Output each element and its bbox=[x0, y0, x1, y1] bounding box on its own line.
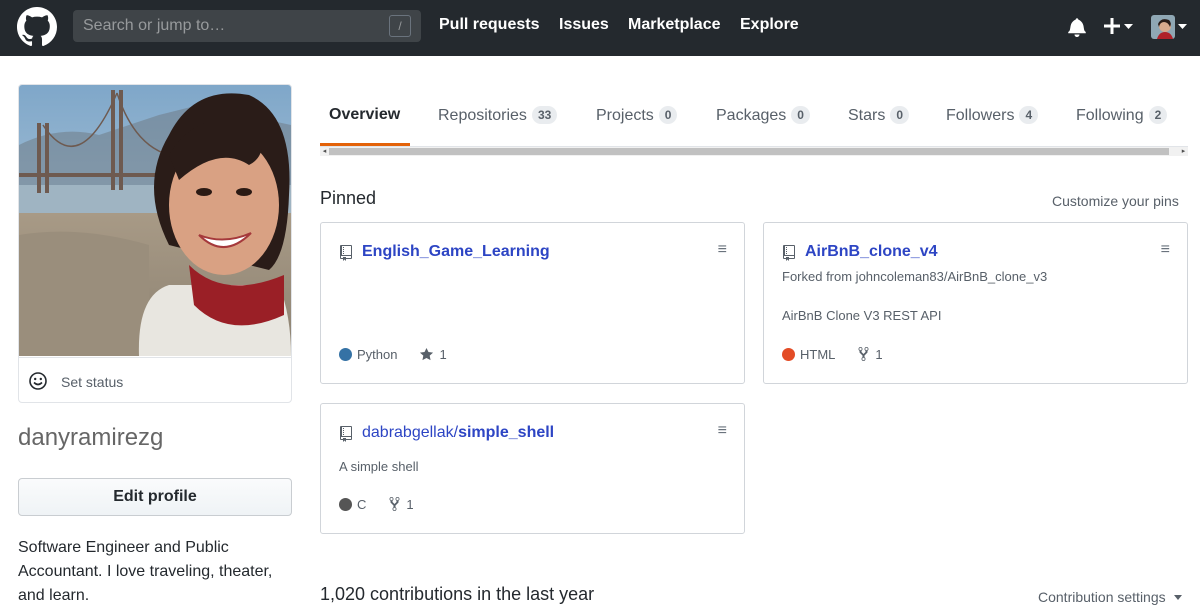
language-color-dot bbox=[782, 347, 795, 361]
github-logo-icon[interactable] bbox=[17, 7, 57, 47]
set-status-label: Set status bbox=[61, 374, 124, 390]
chevron-down-icon[interactable] bbox=[1124, 24, 1133, 30]
repo-language: HTML bbox=[800, 346, 836, 362]
repo-meta: HTML 1 bbox=[782, 346, 883, 362]
tab-stars[interactable]: Stars 0 bbox=[848, 106, 910, 125]
plus-icon[interactable] bbox=[1103, 17, 1121, 35]
edit-profile-button[interactable]: Edit profile bbox=[18, 478, 292, 516]
drag-handle-icon[interactable]: ≡ bbox=[1161, 241, 1170, 259]
repo-description: A simple shell bbox=[339, 459, 419, 474]
repo-name: English_Game_Learning bbox=[362, 243, 550, 260]
search-box bbox=[73, 10, 421, 42]
repo-fork-count: 1 bbox=[406, 496, 414, 512]
repo-icon bbox=[340, 245, 352, 261]
repo-description: AirBnB Clone V3 REST API bbox=[782, 308, 942, 323]
tab-count: 4 bbox=[1019, 106, 1039, 124]
tab-label: Overview bbox=[329, 106, 401, 123]
nav-pull-requests[interactable]: Pull requests bbox=[439, 16, 539, 34]
repo-stars-link[interactable]: 1 bbox=[419, 347, 447, 362]
repo-meta: C 1 bbox=[339, 496, 414, 512]
drag-handle-icon[interactable]: ≡ bbox=[718, 422, 727, 440]
tab-overview[interactable]: Overview bbox=[329, 106, 400, 124]
profile-photo[interactable] bbox=[19, 85, 291, 356]
smiley-icon bbox=[29, 372, 47, 390]
bell-icon[interactable] bbox=[1068, 17, 1086, 37]
repo-name-link[interactable]: dabrabgellak/simple_shell bbox=[362, 424, 554, 442]
tab-label: Stars bbox=[848, 107, 886, 124]
chevron-down-icon bbox=[1173, 595, 1182, 600]
tab-label: Following bbox=[1076, 107, 1144, 124]
profile-tabs: Overview Repositories 33 Projects 0 Packag… bbox=[320, 84, 1188, 146]
tab-label: Packages bbox=[716, 107, 787, 124]
set-status-button[interactable]: Set status bbox=[19, 357, 291, 402]
repo-name-link[interactable]: English_Game_Learning bbox=[362, 243, 550, 261]
language-color-dot bbox=[339, 497, 352, 511]
tab-followers[interactable]: Followers 4 bbox=[946, 106, 1039, 125]
star-icon bbox=[420, 347, 434, 361]
profile-avatar-card: Set status bbox=[18, 84, 292, 403]
tab-label: Repositories bbox=[438, 107, 527, 124]
repo-forks-link[interactable]: 1 bbox=[388, 496, 414, 512]
top-header: / Pull requests Issues Marketplace Explo… bbox=[0, 0, 1200, 56]
customize-pins-link[interactable]: Customize your pins bbox=[1052, 193, 1179, 209]
repo-language: Python bbox=[357, 347, 398, 362]
tab-count: 2 bbox=[1148, 106, 1168, 124]
pinned-repo-card: English_Game_Learning ≡ Python 1 bbox=[320, 222, 745, 384]
tab-repositories[interactable]: Repositories 33 bbox=[438, 106, 558, 125]
contributions-heading: 1,020 contributions in the last year bbox=[320, 584, 595, 604]
repo-icon bbox=[340, 426, 352, 442]
repo-name-link[interactable]: AirBnB_clone_v4 bbox=[805, 243, 938, 261]
scroll-left-arrow-icon[interactable]: ◂ bbox=[320, 147, 329, 156]
tab-count: 33 bbox=[531, 106, 558, 124]
search-shortcut-key: / bbox=[389, 15, 411, 37]
horizontal-scrollbar[interactable]: ◂ ▸ bbox=[320, 147, 1188, 156]
nav-issues[interactable]: Issues bbox=[559, 16, 609, 34]
scroll-right-arrow-icon[interactable]: ▸ bbox=[1179, 147, 1188, 156]
repo-language: C bbox=[357, 496, 367, 512]
contribution-settings-dropdown[interactable]: Contribution settings bbox=[1038, 589, 1182, 605]
tab-packages[interactable]: Packages 0 bbox=[716, 106, 810, 125]
pinned-repo-card: dabrabgellak/simple_shell ≡ A simple she… bbox=[320, 403, 745, 534]
repo-meta: Python 1 bbox=[339, 347, 447, 362]
tab-count: 0 bbox=[658, 106, 678, 124]
repo-forks-link[interactable]: 1 bbox=[857, 346, 883, 362]
drag-handle-icon[interactable]: ≡ bbox=[718, 241, 727, 259]
search-input[interactable] bbox=[73, 10, 383, 42]
tab-count: 0 bbox=[791, 106, 810, 124]
nav-marketplace[interactable]: Marketplace bbox=[628, 16, 721, 34]
repo-fork-count: 1 bbox=[875, 346, 883, 362]
language-color-dot bbox=[339, 348, 352, 361]
fork-icon bbox=[389, 497, 400, 511]
fork-icon bbox=[858, 347, 869, 361]
scrollbar-thumb[interactable] bbox=[329, 148, 1169, 155]
repo-star-count: 1 bbox=[439, 347, 447, 362]
avatar-chevron-down-icon[interactable] bbox=[1178, 24, 1187, 30]
pinned-heading: Pinned bbox=[320, 188, 377, 208]
repo-owner: dabrabgellak/ bbox=[362, 424, 459, 441]
user-avatar-icon[interactable] bbox=[1151, 15, 1175, 39]
profile-username: danyramirezg bbox=[18, 424, 164, 451]
repo-name: AirBnB_clone_v4 bbox=[805, 243, 938, 260]
tab-projects[interactable]: Projects 0 bbox=[596, 106, 678, 125]
contribution-settings-label: Contribution settings bbox=[1038, 589, 1166, 605]
repo-forked-from[interactable]: Forked from johncoleman83/AirBnB_clone_v… bbox=[782, 269, 1047, 284]
repo-icon bbox=[783, 245, 795, 261]
tab-label: Followers bbox=[946, 107, 1015, 124]
pinned-repo-card: AirBnB_clone_v4 ≡ Forked from johncolema… bbox=[763, 222, 1188, 384]
nav-explore[interactable]: Explore bbox=[740, 16, 799, 34]
tab-label: Projects bbox=[596, 107, 654, 124]
tab-count: 0 bbox=[890, 106, 910, 124]
tab-following[interactable]: Following 2 bbox=[1076, 106, 1168, 125]
repo-name: simple_shell bbox=[458, 424, 555, 441]
profile-bio: Software Engineer and Public Accountant.… bbox=[18, 539, 273, 604]
